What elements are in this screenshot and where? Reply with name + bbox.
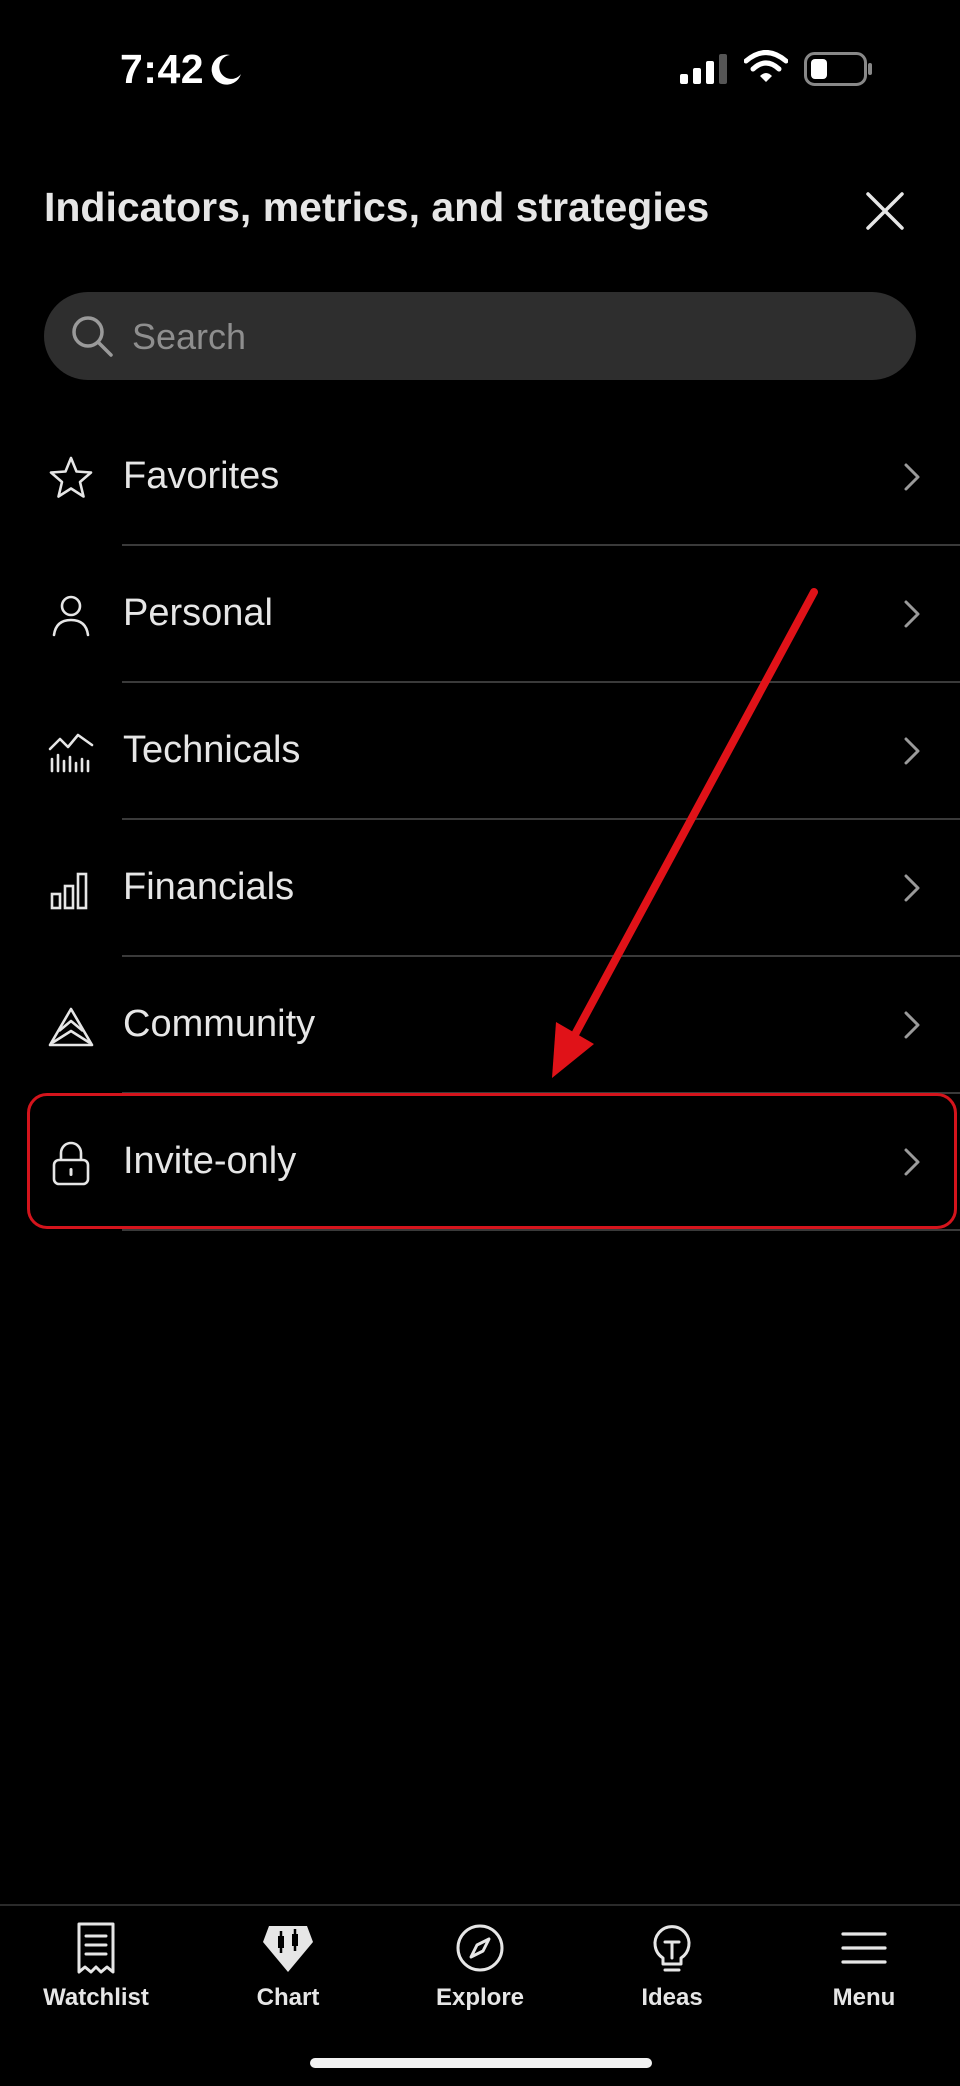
hamburger-menu-icon [841,1932,887,1964]
watchlist-icon [77,1922,115,1974]
battery-icon [804,52,872,86]
person-icon [52,595,90,637]
tab-menu[interactable]: Menu [768,1920,960,2030]
category-row-financials[interactable]: Financials [0,820,960,957]
tab-watchlist[interactable]: Watchlist [0,1920,192,2030]
home-indicator[interactable] [310,2058,652,2068]
chevron-right-icon [904,463,920,491]
category-label: Personal [123,592,273,634]
category-label: Invite-only [123,1140,297,1182]
search-input[interactable] [130,292,894,382]
category-label: Technicals [123,729,301,771]
wifi-icon [744,50,788,82]
search-icon [72,316,113,357]
chevron-right-icon [904,874,920,902]
chevron-right-icon [904,737,920,765]
lock-icon [52,1141,90,1186]
category-row-personal[interactable]: Personal [0,546,960,683]
chevron-right-icon [904,1148,920,1176]
category-row-community[interactable]: Community [0,957,960,1094]
tab-label: Explore [435,1984,525,2011]
app-screen: 7:42 Indicators, metrics, and strategies [0,0,960,2086]
page-title: Indicators, metrics, and strategies [44,184,710,230]
tab-label: Watchlist [43,1984,149,2011]
close-icon[interactable] [860,186,910,236]
category-label: Community [123,1003,316,1045]
moon-icon [211,54,241,85]
technicals-chart-icon [48,733,94,773]
category-list: Favorites Personal Technicals Financials… [0,409,960,1231]
chart-icon [263,1926,313,1972]
tab-chart[interactable]: Chart [192,1920,384,2030]
tab-label: Menu [832,1984,896,2011]
compass-icon [456,1924,504,1972]
category-row-favorites[interactable]: Favorites [0,409,960,546]
category-label: Favorites [123,455,280,497]
lightbulb-icon [653,1925,691,1972]
chevron-right-icon [904,1011,920,1039]
tab-label: Ideas [641,1984,703,2011]
search-bar[interactable] [44,292,916,382]
chevron-right-icon [904,600,920,628]
cellular-signal-icon [680,54,727,84]
status-time: 7:42 [120,46,205,92]
community-mountain-icon [48,1007,94,1047]
divider [122,1229,960,1231]
category-row-invite-only[interactable]: Invite-only [0,1094,960,1231]
tab-explore[interactable]: Explore [384,1920,576,2030]
category-row-technicals[interactable]: Technicals [0,683,960,820]
star-icon [49,456,93,498]
tab-ideas[interactable]: Ideas [576,1920,768,2030]
category-label: Financials [123,866,295,908]
bar-chart-icon [50,872,88,910]
tab-label: Chart [256,1984,320,2011]
